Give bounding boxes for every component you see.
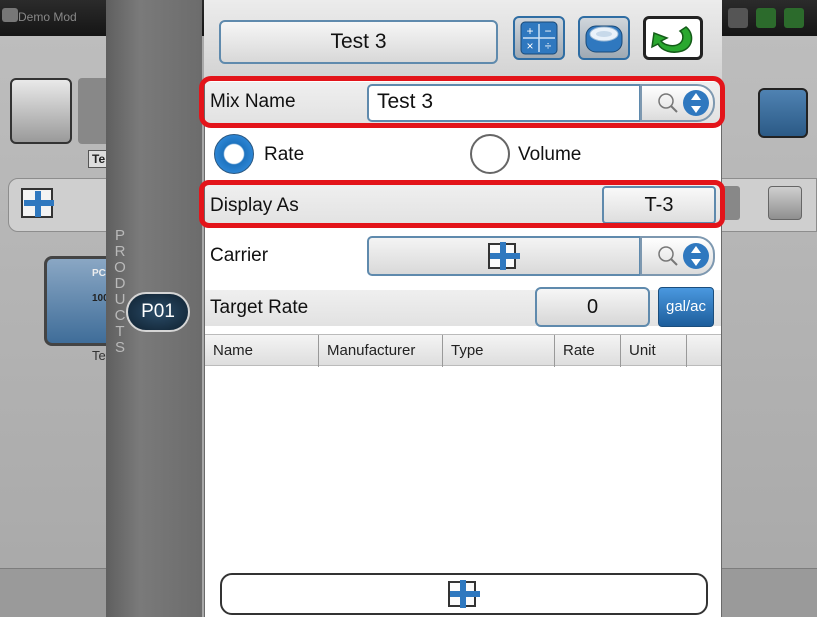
mix-name-highlight [199,76,725,128]
back-button[interactable] [643,16,703,60]
add-icon[interactable] [20,186,58,220]
products-rail-letter: U [114,291,126,308]
sync-icon [756,8,776,28]
database-button[interactable] [578,16,630,60]
products-rail-letter: P [114,227,125,244]
back-arrow-icon [651,26,693,53]
products-rail-letter: R [114,243,126,260]
product-tile-label: Te [92,348,106,363]
product-tile-code: PC [92,268,106,279]
calculator-button[interactable]: + − × ÷ [513,16,565,60]
volume-radio[interactable] [470,134,510,174]
background-bottom-right [712,568,817,617]
camera-icon [728,8,748,28]
calculator-icon: + − × ÷ [520,21,558,55]
machine-settings-icon[interactable] [10,78,72,144]
products-rail-letter: S [114,339,125,356]
target-rate-label: Target Rate [210,297,309,318]
products-rail-letter: T [115,323,125,340]
target-rate-field[interactable]: 0 [535,287,650,327]
column-header-name[interactable]: Name [205,335,319,367]
display-as-highlight [199,180,725,228]
products-rail-letter: O [114,259,126,276]
background-bottom-left [0,568,120,617]
gps-icon [784,8,804,28]
rate-radio[interactable] [214,134,254,174]
products-rail-label: PRODUCTS [113,228,127,356]
volume-label: Volume [518,144,582,165]
edit-icon[interactable] [768,186,802,220]
svg-text:+: + [526,24,533,38]
machine-settings-icon[interactable] [758,88,808,138]
carrier-search-button[interactable] [640,236,715,276]
column-header-rate[interactable]: Rate [555,335,621,367]
rate-label: Rate [264,144,305,165]
database-icon [585,25,623,53]
add-carrier-icon[interactable] [487,240,521,272]
svg-text:×: × [526,39,533,53]
svg-text:÷: ÷ [545,39,552,53]
search-icon [658,243,709,269]
products-table-header: Name Manufacturer Type Rate Unit [205,334,721,367]
tractor-icon [2,8,18,22]
column-header-type[interactable]: Type [443,335,555,367]
column-header-unit[interactable]: Unit [621,335,687,367]
unit-button[interactable]: gal/ac [658,287,714,327]
carrier-label: Carrier [210,245,269,266]
product-p01-button[interactable]: P01 [126,292,190,332]
column-header-manufacturer[interactable]: Manufacturer [319,335,443,367]
mix-title-field[interactable]: Test 3 [219,20,498,64]
top-right-icons [722,6,817,30]
products-rail-letter: D [114,275,126,292]
add-icon [448,580,480,608]
demo-mode-label: Demo Mod [18,10,77,24]
products-rail-letter: C [114,307,126,324]
svg-text:−: − [544,24,551,38]
